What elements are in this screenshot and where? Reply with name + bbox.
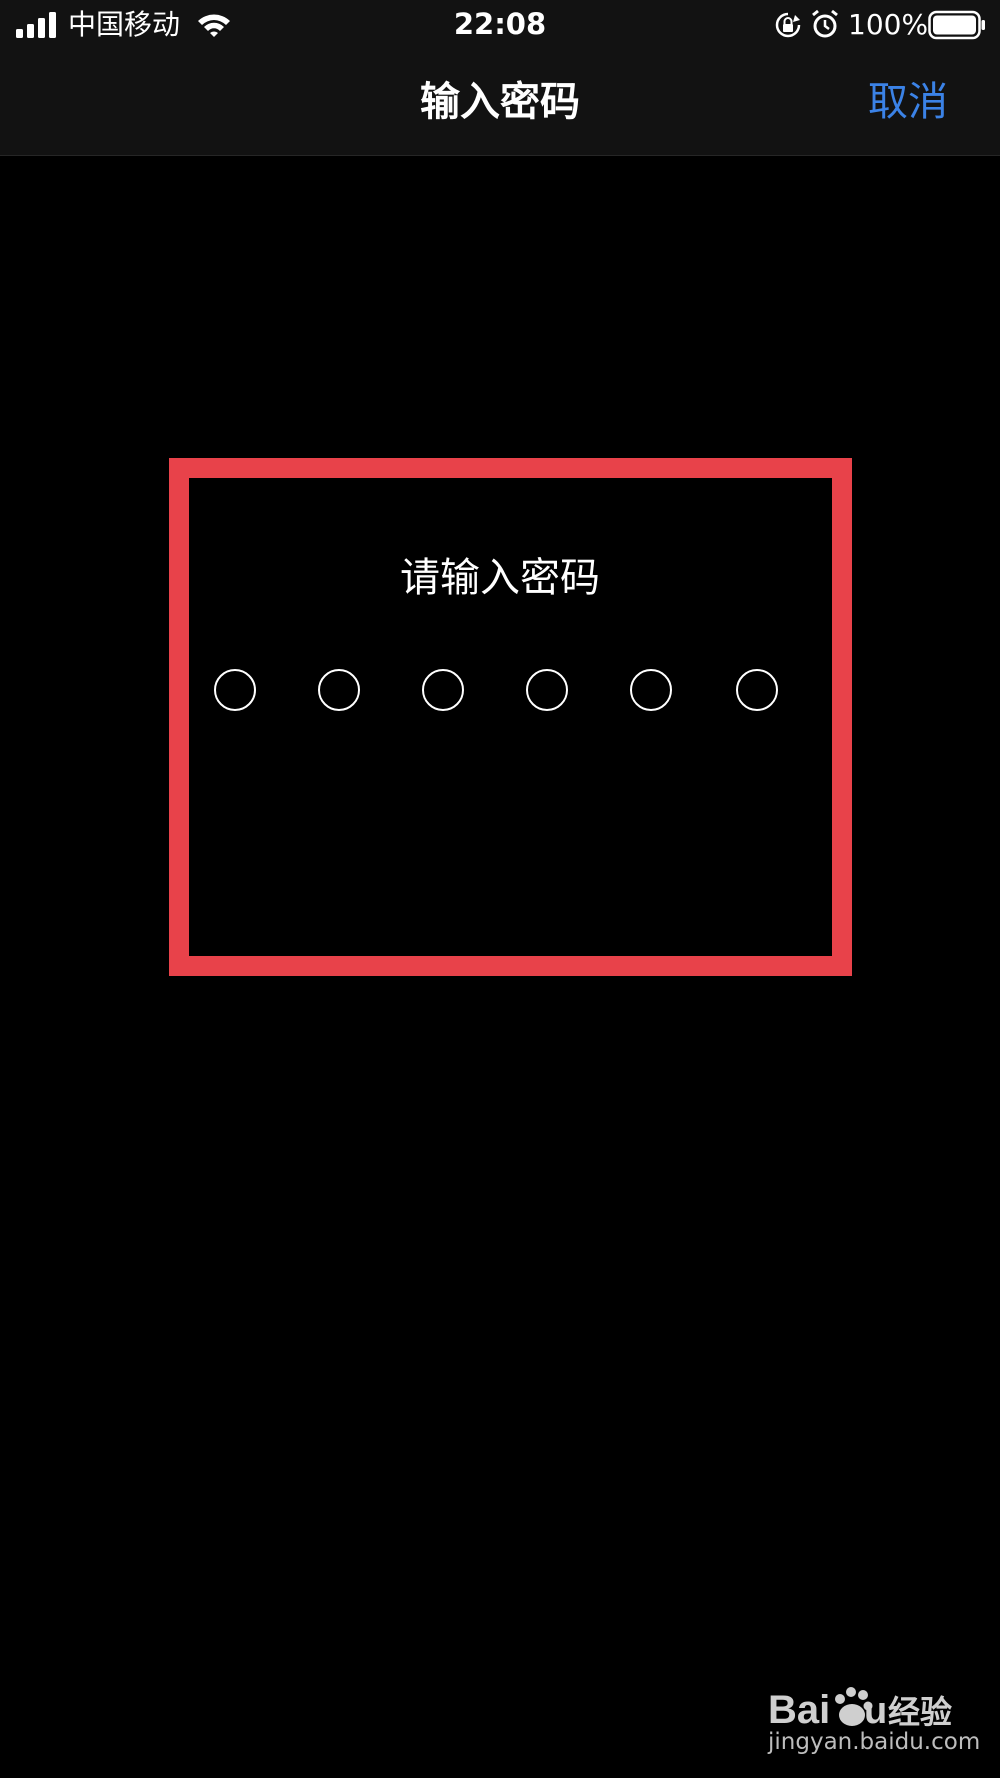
svg-text:Bai: Bai (768, 1688, 830, 1732)
passcode-dot (526, 669, 568, 711)
svg-text:经验: 经验 (888, 1693, 952, 1731)
passcode-dot (422, 669, 464, 711)
cancel-button[interactable]: 取消 (868, 77, 948, 127)
battery-percentage: 100% (848, 8, 929, 41)
passcode-dot (214, 669, 256, 711)
passcode-prompt: 请输入密码 (400, 555, 600, 601)
alarm-icon (812, 9, 838, 38)
status-bar: 中国移动 22:08 100% (0, 0, 1000, 50)
navigation-bar: 输入密码 取消 (0, 50, 1000, 156)
battery-icon (928, 10, 985, 40)
passcode-dot (318, 669, 360, 711)
svg-text:u: u (864, 1690, 887, 1732)
passcode-dot (736, 669, 778, 711)
page-title: 输入密码 (420, 79, 580, 125)
passcode-dots[interactable] (214, 669, 784, 715)
highlight-frame (169, 458, 852, 976)
orientation-lock-icon (775, 12, 801, 38)
watermark-url: jingyan.baidu.com (768, 1729, 981, 1755)
passcode-dot (630, 669, 672, 711)
